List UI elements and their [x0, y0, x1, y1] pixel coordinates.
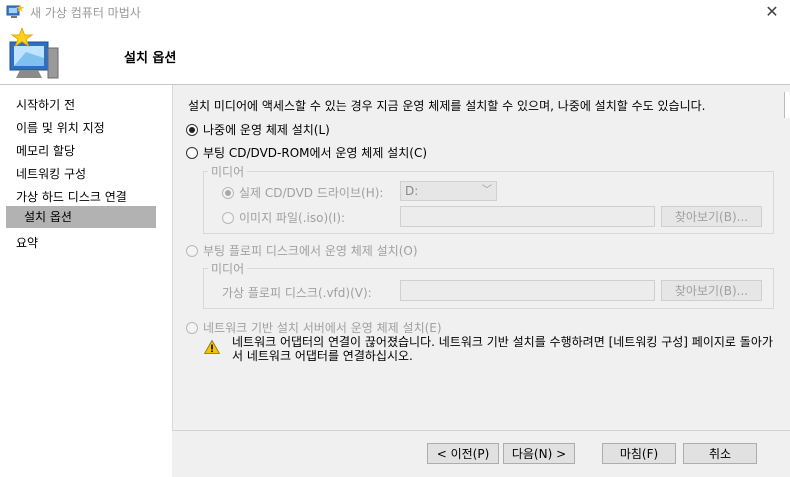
- drive-select-value: D:: [405, 184, 419, 198]
- scrollbar-edge: [784, 92, 790, 118]
- radio-label: 나중에 운영 체제 설치(L): [203, 123, 330, 137]
- finish-button[interactable]: 마침(F): [602, 443, 676, 464]
- radio-label: 실제 CD/DVD 드라이브(H):: [239, 186, 384, 200]
- sidebar-item-summary[interactable]: 요약: [16, 234, 38, 251]
- radio-indicator: [222, 211, 234, 224]
- wizard-header: 설치 옵션: [0, 24, 790, 85]
- radio-install-from-network[interactable]: 네트워크 기반 설치 서버에서 운영 체제 설치(E): [186, 319, 442, 336]
- intro-text: 설치 미디어에 액세스할 수 있는 경우 지금 운영 체제를 설치할 수 있으며…: [188, 99, 706, 113]
- next-button[interactable]: 다음(N) >: [503, 443, 575, 464]
- sidebar-item-networking[interactable]: 네트워킹 구성: [16, 165, 86, 182]
- title-bar: 새 가상 컴퓨터 마법사 ✕: [0, 0, 790, 24]
- warning-icon: [204, 340, 220, 354]
- radio-install-later[interactable]: 나중에 운영 체제 설치(L): [186, 121, 330, 138]
- sidebar-item-memory[interactable]: 메모리 할당: [16, 142, 75, 159]
- browse-vfd-button[interactable]: 찾아보기(B)...: [661, 280, 762, 301]
- sidebar-item-virtual-disk[interactable]: 가상 하드 디스크 연결: [16, 188, 127, 205]
- vfd-label: 가상 플로피 디스크(.vfd)(V):: [222, 286, 372, 300]
- previous-button[interactable]: < 이전(P): [427, 443, 499, 464]
- floppy-media-group-label: 미디어: [208, 260, 248, 277]
- cancel-button[interactable]: 취소: [683, 443, 757, 464]
- radio-label: 이미지 파일(.iso)(I):: [239, 211, 346, 225]
- image-file-input[interactable]: [400, 206, 655, 227]
- close-button[interactable]: ✕: [758, 0, 786, 24]
- sidebar-item-install-options[interactable]: 설치 옵션: [6, 206, 156, 228]
- window-title: 새 가상 컴퓨터 마법사: [30, 6, 141, 20]
- close-icon: ✕: [765, 2, 779, 21]
- radio-physical-drive[interactable]: 실제 CD/DVD 드라이브(H):: [222, 184, 383, 201]
- browse-iso-button[interactable]: 찾아보기(B)...: [661, 206, 762, 227]
- radio-label: 부팅 CD/DVD-ROM에서 운영 체제 설치(C): [203, 146, 428, 160]
- network-warning-text: 네트워크 어댑터의 연결이 끊어졌습니다. 네트워크 기반 설치를 수행하려면 …: [232, 335, 773, 363]
- radio-indicator: [186, 123, 198, 136]
- chevron-down-icon: ﹀: [482, 185, 492, 196]
- radio-indicator: [186, 146, 198, 159]
- radio-install-from-cd[interactable]: 부팅 CD/DVD-ROM에서 운영 체제 설치(C): [186, 144, 427, 161]
- sidebar-item-name-location[interactable]: 이름 및 위치 지정: [16, 119, 105, 136]
- computer-wizard-icon: [9, 28, 59, 79]
- wizard-app-icon: [6, 4, 24, 18]
- drive-select[interactable]: D: ﹀: [400, 181, 497, 201]
- vfd-file-input[interactable]: [400, 280, 655, 301]
- radio-label: 부팅 플로피 디스크에서 운영 체제 설치(O): [203, 244, 418, 258]
- radio-indicator: [222, 186, 234, 199]
- radio-indicator: [186, 321, 198, 334]
- sidebar-item-before-you-begin[interactable]: 시작하기 전: [16, 96, 75, 113]
- radio-indicator: [186, 244, 198, 257]
- radio-label: 네트워크 기반 설치 서버에서 운영 체제 설치(E): [203, 321, 442, 335]
- radio-image-file[interactable]: 이미지 파일(.iso)(I):: [222, 209, 345, 226]
- cd-media-group-label: 미디어: [208, 163, 248, 180]
- radio-install-from-floppy[interactable]: 부팅 플로피 디스크에서 운영 체제 설치(O): [186, 242, 418, 259]
- page-title: 설치 옵션: [124, 51, 177, 66]
